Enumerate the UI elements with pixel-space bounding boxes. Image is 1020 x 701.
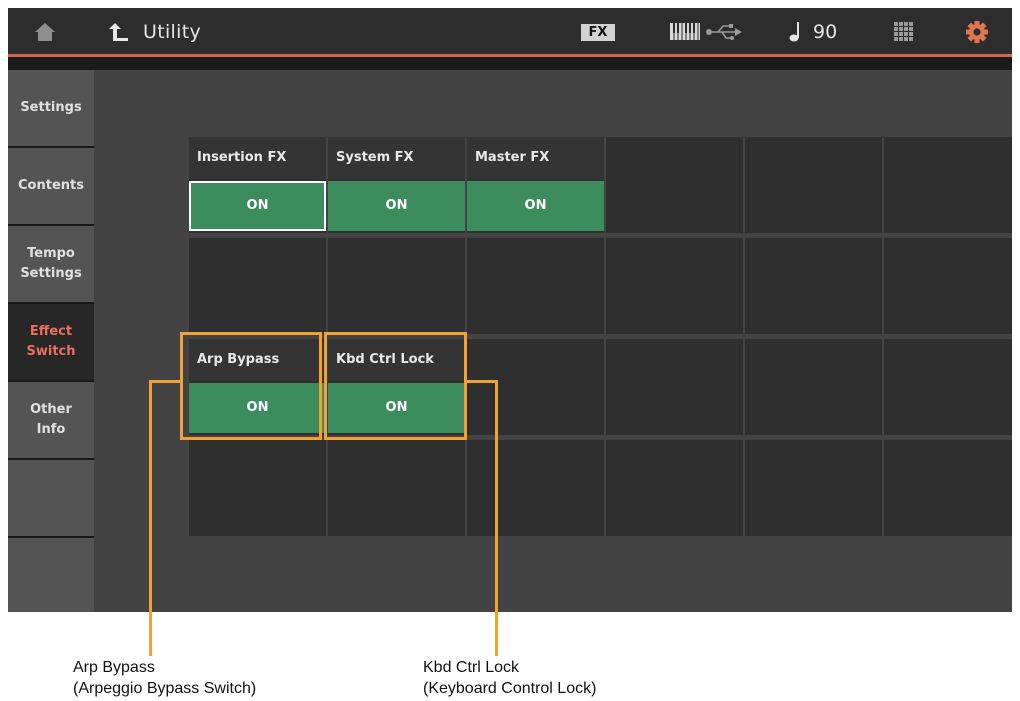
page-title: Utility bbox=[143, 21, 201, 43]
tab-settings[interactable]: Settings bbox=[8, 70, 94, 146]
caption-line: (Arpeggio Bypass Switch) bbox=[73, 680, 257, 697]
grid-cell-empty bbox=[884, 137, 1012, 233]
switch-system-fx: System FX ON bbox=[328, 137, 465, 233]
tab-empty-2 bbox=[8, 538, 94, 612]
grid-cell-empty bbox=[745, 137, 882, 233]
grid-cell-empty bbox=[189, 238, 326, 334]
grid-cell-empty bbox=[884, 238, 1012, 334]
grid-cell-empty bbox=[606, 137, 743, 233]
arp-bypass-leader-h bbox=[149, 380, 182, 383]
tab-empty-1 bbox=[8, 460, 94, 536]
arp-bypass-leader-v bbox=[149, 380, 152, 656]
grid-cell-empty bbox=[328, 238, 465, 334]
fx-badge[interactable]: FX bbox=[581, 24, 615, 41]
grid-cell-empty bbox=[606, 238, 743, 334]
kbd-ctrl-lock-highlight bbox=[324, 332, 467, 440]
grid-cell-empty bbox=[745, 238, 882, 334]
usb-icon bbox=[706, 24, 742, 40]
switch-label: Master FX bbox=[467, 137, 604, 179]
switch-master-fx: Master FX ON bbox=[467, 137, 604, 233]
grid-cell-empty bbox=[328, 440, 465, 536]
grid-cell-empty bbox=[606, 440, 743, 536]
sidebar-tabs: Settings Contents Tempo Settings Effect … bbox=[8, 70, 94, 612]
quarter-note-icon bbox=[789, 22, 799, 42]
grid-cell-empty bbox=[467, 440, 604, 536]
grid-cell-empty bbox=[884, 339, 1012, 435]
grid-cell-empty bbox=[467, 339, 604, 435]
arp-bypass-highlight bbox=[180, 332, 322, 440]
tab-other-info[interactable]: Other Info bbox=[8, 382, 94, 458]
top-bar: Utility FX 90 bbox=[8, 8, 1012, 54]
grid-cell-empty bbox=[745, 339, 882, 435]
switch-label: Insertion FX bbox=[189, 137, 326, 179]
home-icon[interactable] bbox=[34, 22, 56, 42]
tab-effect-switch[interactable]: Effect Switch bbox=[8, 304, 94, 380]
grid-cell-empty bbox=[745, 440, 882, 536]
switch-insertion-fx: Insertion FX ON bbox=[189, 137, 326, 233]
grid-icon[interactable] bbox=[894, 22, 914, 42]
caption-line: Kbd Ctrl Lock bbox=[423, 659, 520, 676]
tab-contents[interactable]: Contents bbox=[8, 148, 94, 224]
caption-line: Arp Bypass bbox=[73, 659, 155, 676]
keyboard-icon bbox=[670, 23, 700, 40]
system-fx-toggle[interactable]: ON bbox=[328, 181, 465, 231]
grid-cell-empty bbox=[189, 440, 326, 536]
tab-tempo-settings[interactable]: Tempo Settings bbox=[8, 226, 94, 302]
switch-label: System FX bbox=[328, 137, 465, 179]
grid-cell-empty bbox=[606, 339, 743, 435]
insertion-fx-toggle[interactable]: ON bbox=[189, 181, 326, 231]
caption-line: (Keyboard Control Lock) bbox=[423, 680, 597, 697]
back-arrow-icon[interactable] bbox=[108, 21, 130, 43]
arp-bypass-caption: Arp Bypass (Arpeggio Bypass Switch) bbox=[73, 657, 256, 699]
master-fx-toggle[interactable]: ON bbox=[467, 181, 604, 231]
tempo-value[interactable]: 90 bbox=[813, 21, 837, 43]
grid-cell-empty bbox=[467, 238, 604, 334]
kbd-ctrl-lock-caption: Kbd Ctrl Lock (Keyboard Control Lock) bbox=[423, 657, 596, 699]
kbd-ctrl-lock-leader-h bbox=[465, 380, 497, 383]
grid-cell-empty bbox=[884, 440, 1012, 536]
gear-icon[interactable] bbox=[966, 21, 988, 43]
kbd-ctrl-lock-leader-v bbox=[495, 380, 498, 656]
device-screen: Utility FX 90 Settings Contents Tempo Se… bbox=[8, 8, 1012, 612]
